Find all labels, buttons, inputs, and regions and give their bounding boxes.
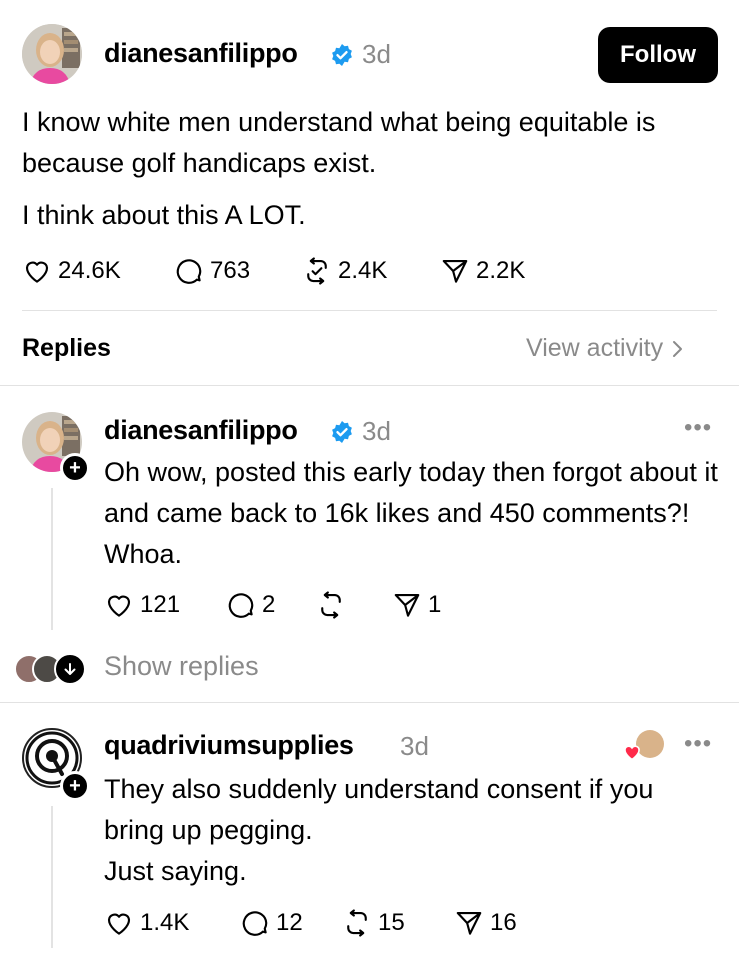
post-text-2: I think about this A LOT.	[22, 200, 306, 230]
repost-icon	[321, 591, 341, 619]
arrow-down-icon	[54, 653, 86, 685]
plus-icon[interactable]: +	[60, 771, 90, 801]
reply2-share-button[interactable]: 16	[454, 908, 517, 938]
reply1-like-count: 121	[140, 591, 181, 618]
reply1-share-count: 1	[428, 591, 442, 618]
reply2-time: 3d	[400, 731, 429, 761]
comment-icon	[228, 593, 254, 618]
reply2-text: They also suddenly understand consent if…	[104, 774, 654, 845]
reply1-like-button[interactable]: 121	[104, 590, 180, 620]
reply2-username[interactable]: quadriviumsupplies	[104, 730, 354, 761]
repost-icon	[347, 909, 367, 937]
reply2-repost-count: 15	[378, 909, 405, 936]
share-icon	[394, 593, 420, 617]
divider	[0, 385, 739, 386]
thread-line	[51, 488, 53, 630]
heart-icon	[25, 261, 49, 283]
verified-badge-icon	[330, 43, 354, 72]
reply2-repost-button[interactable]: 15	[342, 908, 405, 938]
post-repost-count: 2.4K	[338, 257, 388, 284]
reply1-username[interactable]: dianesanfilippo	[104, 415, 298, 446]
reply1-text: Oh wow, posted this early today then for…	[104, 457, 718, 569]
view-activity-link[interactable]: View activity	[526, 334, 685, 363]
verified-badge-icon	[330, 420, 354, 449]
reply1-time: 3d	[362, 416, 391, 446]
more-icon[interactable]: •••	[684, 414, 712, 442]
post-comment-count: 763	[210, 257, 251, 284]
share-icon	[442, 259, 468, 283]
more-icon[interactable]: •••	[684, 730, 712, 758]
share-icon	[456, 911, 482, 935]
heart-icon	[624, 745, 640, 761]
post-time: 3d	[362, 39, 391, 69]
view-activity-label: View activity	[526, 334, 664, 362]
post-share-button[interactable]: 2.2K	[440, 256, 525, 286]
liked-by-author-indicator	[620, 730, 666, 764]
comment-icon	[176, 259, 202, 284]
heart-icon	[107, 913, 131, 935]
post-text: I know white men understand what being e…	[22, 107, 656, 178]
author-avatar[interactable]	[22, 24, 82, 84]
reply2-text-2: Just saying.	[104, 856, 247, 886]
post-like-button[interactable]: 24.6K	[22, 256, 121, 286]
chevron-right-icon	[673, 340, 683, 357]
divider	[22, 310, 717, 311]
follow-button[interactable]: Follow	[598, 27, 718, 83]
reply2-share-count: 16	[490, 909, 517, 936]
reply1-repost-button[interactable]	[316, 590, 346, 620]
replies-heading: Replies	[22, 334, 111, 362]
reply2-comment-button[interactable]: 12	[240, 908, 303, 938]
comment-icon	[242, 911, 268, 936]
show-replies-link[interactable]: Show replies	[104, 651, 259, 682]
reply2-like-button[interactable]: 1.4K	[104, 908, 189, 938]
post-repost-button[interactable]: 2.4K	[302, 256, 387, 286]
heart-icon	[107, 595, 131, 617]
post-username[interactable]: dianesanfilippo	[104, 38, 298, 69]
show-replies-avatars[interactable]	[14, 652, 88, 685]
reply2-comment-count: 12	[276, 909, 303, 936]
thread-line	[51, 806, 53, 948]
repost-icon	[307, 257, 327, 285]
post-share-count: 2.2K	[476, 257, 526, 284]
reply1-comment-button[interactable]: 2	[226, 590, 275, 620]
post-comment-button[interactable]: 763	[174, 256, 250, 286]
reply1-comment-count: 2	[262, 591, 276, 618]
reply2-like-count: 1.4K	[140, 909, 190, 936]
plus-icon[interactable]: +	[60, 453, 90, 483]
reply1-share-button[interactable]: 1	[392, 590, 441, 620]
follow-button-label: Follow	[620, 41, 696, 68]
divider	[0, 702, 739, 703]
author-avatar-image	[22, 24, 82, 84]
post-like-count: 24.6K	[58, 257, 121, 284]
